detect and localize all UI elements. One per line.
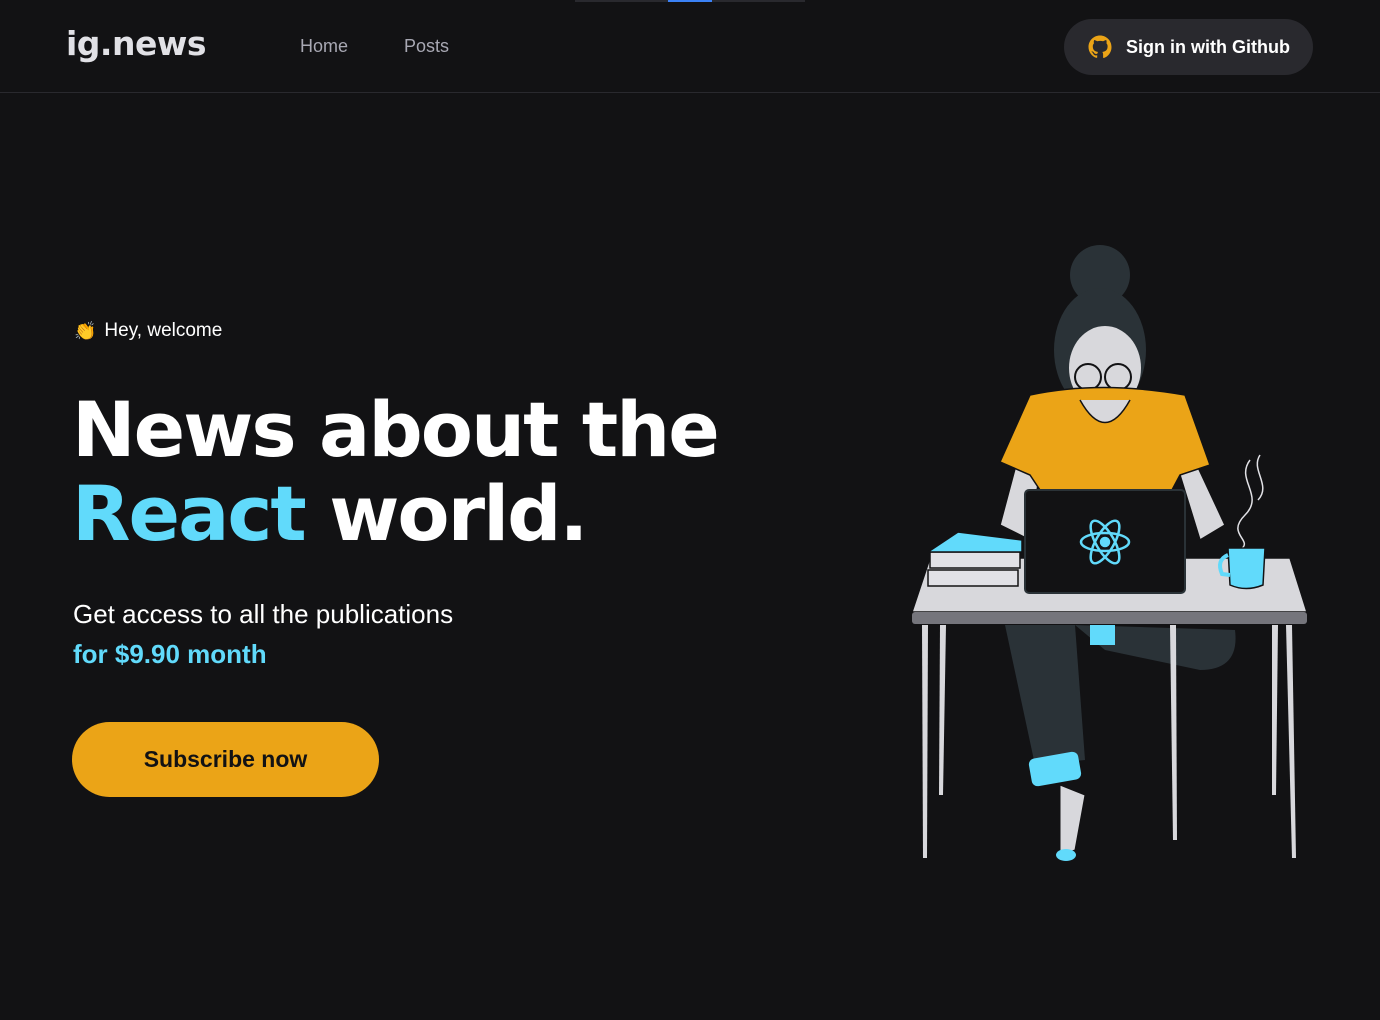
headline-accent: React xyxy=(72,469,307,558)
headline-part1: News about the xyxy=(72,385,720,474)
site-header: ig.news Home Posts Sign in with Github xyxy=(0,0,1380,93)
nav-item-posts[interactable]: Posts xyxy=(404,36,449,57)
logo[interactable]: ig.news xyxy=(66,24,206,63)
headline-part2: world. xyxy=(304,469,588,558)
hero-price: for $9.90 month xyxy=(73,639,267,669)
nav-item-home[interactable]: Home xyxy=(300,36,348,57)
welcome-text: Hey, welcome xyxy=(104,320,223,341)
subscribe-button[interactable]: Subscribe now xyxy=(72,722,379,797)
main-nav: Home Posts xyxy=(300,36,449,57)
hero-illustration xyxy=(910,245,1309,861)
github-icon xyxy=(1088,35,1112,59)
clapping-hands-icon: 👏 xyxy=(74,320,97,341)
signin-github-button[interactable]: Sign in with Github xyxy=(1064,19,1313,75)
signin-label: Sign in with Github xyxy=(1126,36,1290,57)
hero-headline: News about the React world. xyxy=(72,385,720,558)
welcome-line: 👏 Hey, welcome xyxy=(74,320,222,342)
hero-subtitle: Get access to all the publications xyxy=(73,599,454,629)
